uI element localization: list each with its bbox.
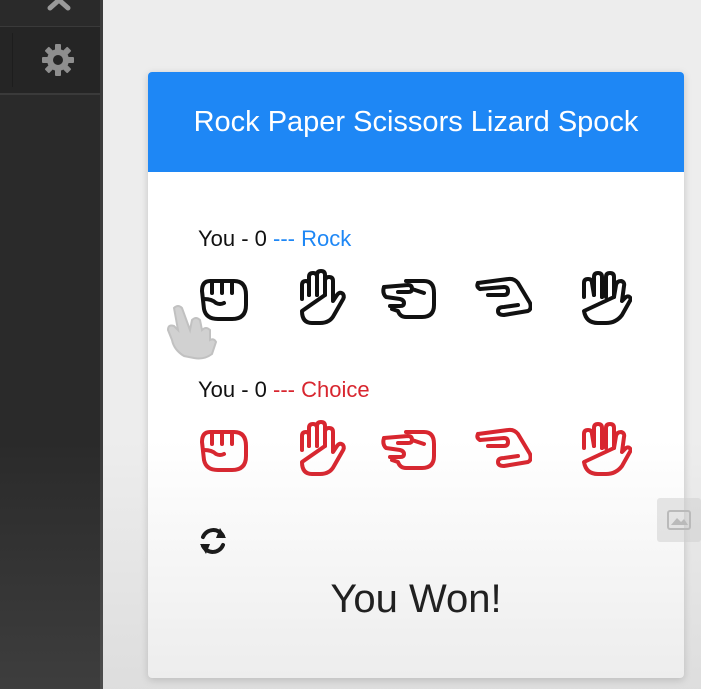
scissors-icon[interactable]	[380, 269, 438, 327]
image-icon	[667, 510, 691, 530]
opponent-scissors-icon	[380, 420, 438, 478]
page-title: Rock Paper Scissors Lizard Spock	[193, 105, 639, 138]
card-header: Rock Paper Scissors Lizard Spock	[148, 72, 684, 172]
opponent-spock-icon	[574, 420, 633, 478]
opponent-dash: ---	[266, 377, 302, 402]
refresh-icon[interactable]	[196, 524, 230, 558]
opponent-lizard-icon	[474, 420, 533, 478]
player-pick: Rock	[301, 226, 352, 251]
opponent-score: You - 0	[198, 377, 267, 402]
player-dash: ---	[266, 226, 302, 251]
spock-icon[interactable]	[574, 269, 633, 327]
opponent-rock-icon	[194, 420, 252, 478]
sidebar-row-close	[0, 0, 100, 27]
sidebar-divider	[12, 33, 13, 87]
hand-cursor-icon	[166, 305, 218, 360]
lizard-icon[interactable]	[474, 269, 533, 327]
opponent-paper-icon	[290, 420, 348, 478]
player-score: You - 0	[198, 226, 267, 251]
game-card: Rock Paper Scissors Lizard Spock You - 0…	[148, 72, 684, 678]
player-hand-row	[194, 269, 634, 327]
opponent-pick: Choice	[301, 377, 370, 402]
gear-icon[interactable]	[40, 42, 76, 78]
opponent-hand-row	[194, 420, 634, 478]
sidebar	[0, 0, 103, 689]
side-thumbnail[interactable]	[657, 498, 701, 542]
player-status: You - 0 --- Rock	[198, 226, 351, 252]
close-icon[interactable]	[44, 0, 74, 14]
result-text: You Won!	[330, 577, 502, 621]
opponent-status: You - 0 --- Choice	[198, 377, 370, 403]
paper-icon[interactable]	[290, 269, 348, 327]
